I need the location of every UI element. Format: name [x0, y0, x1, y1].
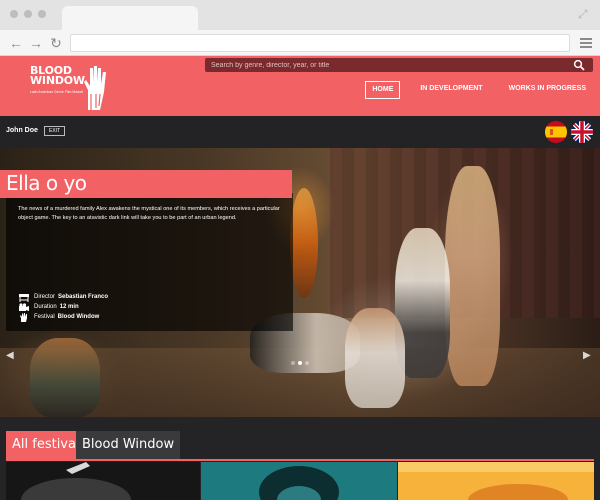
logo-subtext: Latin American Genre Film Market — [30, 90, 84, 94]
search-bar — [205, 58, 593, 72]
previous-slide-arrow-icon[interactable]: ◀ — [6, 350, 14, 361]
browser-menu-icon[interactable] — [580, 36, 592, 48]
hero-figure-boy — [30, 338, 100, 417]
search-input[interactable] — [211, 59, 561, 71]
director-chair-icon — [19, 293, 29, 302]
tab-blood-window[interactable]: Blood Window — [76, 431, 181, 459]
carousel-dot[interactable] — [298, 361, 302, 365]
nav-in-development[interactable]: IN DEVELOPMENT — [414, 81, 488, 99]
maximize-window-dot[interactable] — [38, 10, 46, 18]
film-camera-icon — [19, 302, 29, 311]
bloody-hand-icon — [84, 66, 106, 110]
website: BLOOD WINDOW Latin American Genre Film M… — [0, 56, 600, 500]
back-arrow-icon[interactable]: ← — [8, 35, 24, 51]
browser-titlebar: ⤢ — [0, 0, 600, 32]
reload-icon[interactable]: ↻ — [48, 35, 64, 51]
blood-window-logo[interactable]: BLOOD WINDOW Latin American Genre Film M… — [30, 64, 110, 112]
search-icon[interactable] — [573, 59, 585, 71]
site-header: BLOOD WINDOW Latin American Genre Film M… — [0, 56, 600, 116]
uk-flag-icon[interactable] — [571, 121, 593, 143]
duration-row: Duration 12 min — [18, 302, 108, 312]
address-bar[interactable] — [70, 34, 570, 52]
fullscreen-icon[interactable]: ⤢ — [578, 8, 590, 20]
director-label: Director — [34, 294, 56, 300]
next-slide-arrow-icon[interactable]: ▶ — [583, 350, 591, 361]
carousel-dot[interactable] — [305, 361, 309, 365]
browser-tab[interactable] — [62, 6, 198, 32]
nav-home[interactable]: HOME — [365, 81, 401, 99]
tab-underline — [6, 459, 594, 461]
logo-line-2: WINDOW — [30, 74, 85, 87]
browser-toolbar: ← → ↻ — [0, 30, 600, 56]
festival-row: Festival Blood Window — [18, 312, 108, 322]
user-name: John Doe — [6, 127, 38, 134]
nav-works-in-progress[interactable]: WORKS IN PROGRESS — [503, 81, 592, 99]
festival-section: All festivals Blood Window — [0, 417, 600, 500]
film-title-bar: Ella o yo — [0, 170, 292, 198]
close-window-dot[interactable] — [10, 10, 18, 18]
hero-fire — [290, 188, 318, 298]
spanish-flag-icon[interactable] — [545, 121, 567, 143]
festival-value: Blood Window — [57, 314, 100, 320]
hand-icon — [20, 312, 27, 322]
director-row: Director Sebastian Franco — [18, 292, 108, 302]
hero-slider[interactable]: Ella o yo The news of a murdered family … — [0, 148, 600, 417]
forward-arrow-icon[interactable]: → — [28, 35, 44, 51]
minimize-window-dot[interactable] — [24, 10, 32, 18]
browser-window: ⤢ ← → ↻ BLOOD WINDOW Latin American Genr… — [0, 0, 600, 500]
main-nav: HOME IN DEVELOPMENT WORKS IN PROGRESS — [365, 81, 592, 99]
logo-text: BLOOD WINDOW — [30, 65, 85, 87]
festival-label: Festival — [34, 314, 55, 320]
carousel-pager — [291, 361, 309, 365]
hero-figure-woman — [445, 166, 500, 386]
user-bar: John Doe EXIT — [0, 116, 600, 149]
film-thumbnail-2[interactable] — [201, 462, 397, 500]
director-value: Sebastian Franco — [58, 294, 109, 300]
film-thumbnail-1[interactable] — [6, 462, 200, 500]
film-description: The news of a murdered family Alex awake… — [18, 206, 280, 221]
window-controls — [10, 10, 46, 18]
exit-button[interactable]: EXIT — [44, 126, 66, 136]
carousel-dot[interactable] — [291, 361, 295, 365]
duration-label: Duration — [34, 304, 57, 310]
hero-figure-girl — [345, 308, 405, 408]
duration-value: 12 min — [59, 304, 79, 310]
film-title[interactable]: Ella o yo — [6, 171, 87, 195]
film-details: Director Sebastian Franco Duration 12 mi… — [18, 292, 108, 322]
film-thumbnail-3[interactable] — [398, 462, 594, 500]
